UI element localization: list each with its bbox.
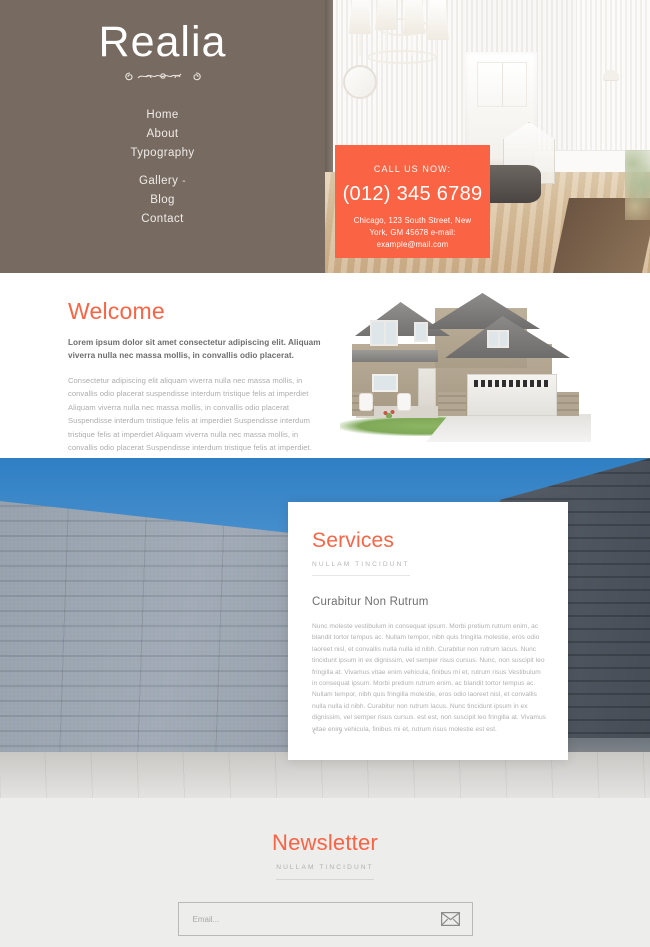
nav-item-contact[interactable]: Contact [0, 210, 325, 229]
main-navigation[interactable]: Home About Typography Gallery - Blog Cont… [0, 106, 325, 229]
chevron-down-icon: - [182, 176, 186, 187]
phone-number[interactable]: (012) 345 6789 [335, 183, 490, 206]
newsletter-title: Newsletter [272, 830, 378, 855]
house-driveway [426, 414, 591, 442]
nav-item-blog[interactable]: Blog [0, 191, 325, 210]
newsletter-form [177, 902, 473, 936]
nav-item-gallery-label: Gallery [139, 175, 179, 187]
house-window-upper-mid [414, 322, 428, 342]
house-porch-roof [352, 350, 438, 362]
house-stone-base-mid [438, 392, 466, 416]
logo-text: Realia [98, 18, 227, 66]
nav-item-typography[interactable]: Typography [0, 144, 325, 163]
welcome-section: Welcome Lorem ipsum dolor sit amet conse… [0, 273, 650, 458]
page-root: Realia Home About Typography Gallery - B… [0, 0, 650, 947]
envelope-icon[interactable] [440, 912, 460, 926]
hero-wall-sconce [603, 70, 619, 80]
house-window-gable [487, 330, 509, 348]
welcome-lead: Lorem ipsum dolor sit amet consectetur a… [68, 338, 321, 360]
welcome-body: Consectetur adipiscing elit aliquam vive… [68, 376, 312, 453]
call-us-box: CALL US NOW: (012) 345 6789 Chicago, 123… [335, 145, 490, 258]
services-subtitle: NULLAM TINCIDUNT [312, 561, 410, 576]
house-window-porch [372, 374, 398, 392]
address-text: Chicago, 123 South Street, New York, GM … [353, 216, 472, 249]
flourish-divider-icon [118, 68, 208, 86]
hero-window [477, 62, 527, 107]
house-stone-base-right [557, 392, 579, 416]
house-garage-door [467, 374, 557, 416]
services-body: Nunc moleste vestibulum in consequat ips… [312, 623, 546, 733]
nav-item-home[interactable]: Home [0, 106, 325, 125]
services-title: Services [312, 529, 395, 552]
chevron-left-icon[interactable]: ‹ [312, 724, 324, 738]
chandelier-icon [347, 0, 457, 89]
welcome-text-block: Welcome Lorem ipsum dolor sit amet conse… [68, 298, 328, 454]
services-card: Services NULLAM TINCIDUNT Curabitur Non … [288, 502, 568, 760]
newsletter-section: Newsletter NULLAM TINCIDUNT [0, 798, 650, 947]
suburban-house-photo [330, 288, 630, 446]
newsletter-subtitle: NULLAM TINCIDUNT [276, 864, 374, 880]
email-input[interactable] [178, 903, 472, 935]
house-window-upper-left [370, 320, 398, 346]
call-us-label: CALL US NOW: [373, 164, 452, 174]
nav-item-gallery[interactable]: Gallery - [0, 172, 325, 191]
hero-paneled-wall-3 [577, 0, 650, 170]
house-flower-bed [380, 408, 398, 418]
chevron-right-icon[interactable]: › [338, 724, 350, 738]
house-rocking-chair-right [398, 394, 410, 410]
header-panel: Realia Home About Typography Gallery - B… [0, 0, 325, 273]
house-rocking-chair-left [360, 394, 372, 410]
logo[interactable]: Realia [0, 18, 325, 86]
hero-plant [625, 150, 650, 220]
nav-item-about[interactable]: About [0, 125, 325, 144]
hero-section: Realia Home About Typography Gallery - B… [0, 0, 650, 273]
services-carousel-controls[interactable]: ‹ › [312, 724, 350, 738]
services-heading: Curabitur Non Rutrum [312, 596, 429, 608]
welcome-title: Welcome [68, 298, 165, 324]
